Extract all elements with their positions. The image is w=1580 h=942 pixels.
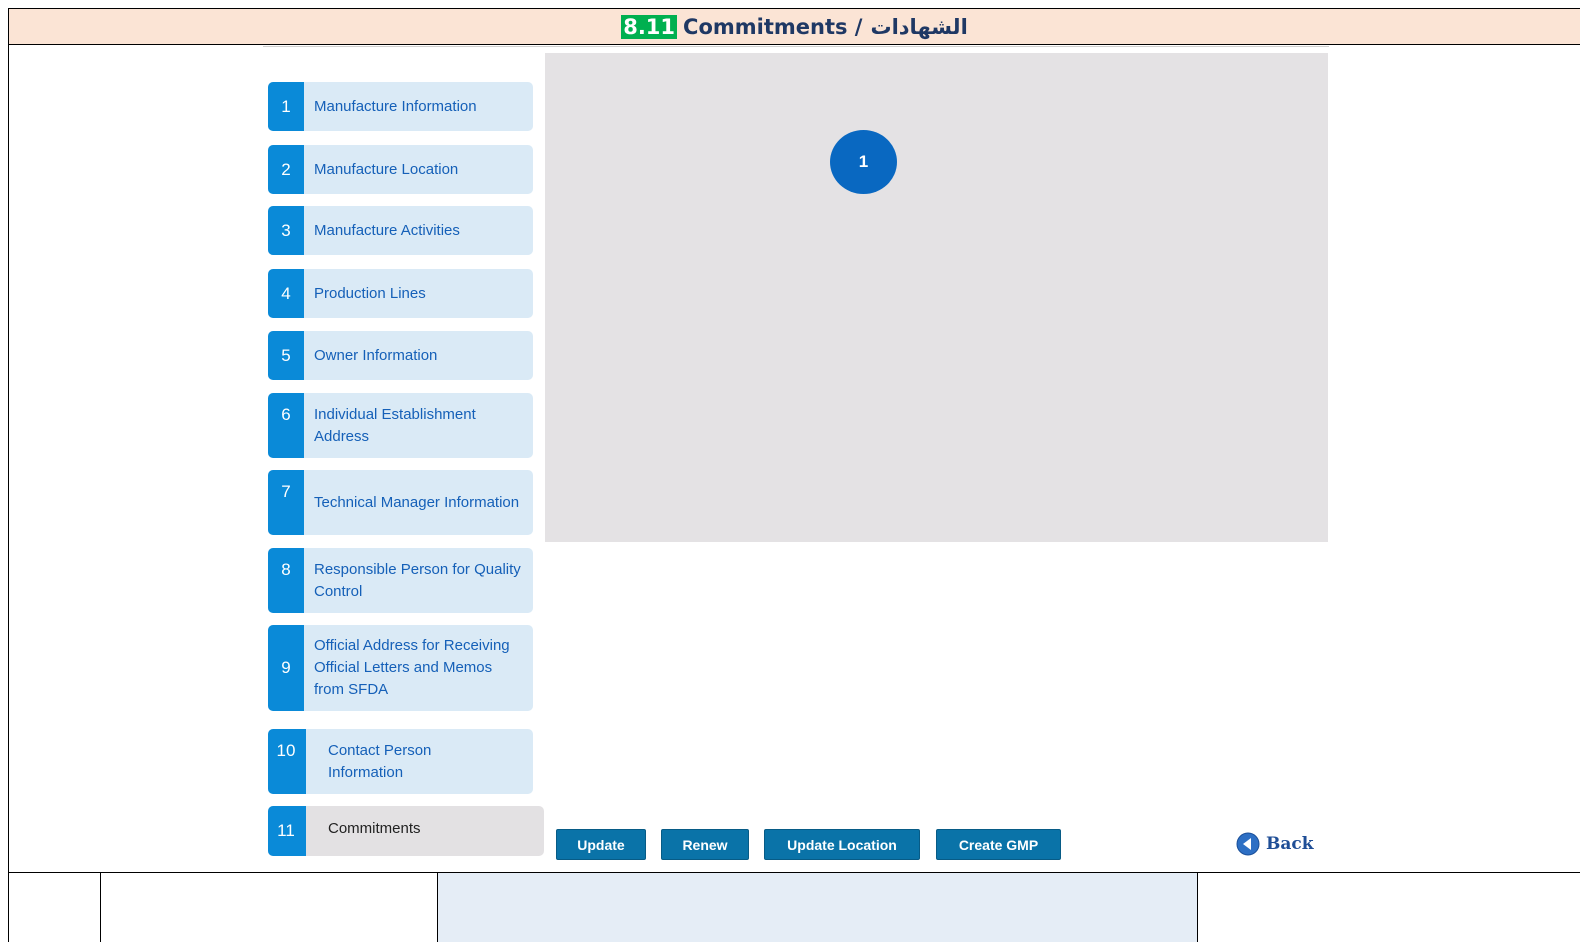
create-gmp-button[interactable]: Create GMP [936,829,1061,860]
step-technical-manager-information[interactable]: 7 Technical Manager Information [268,470,533,535]
step-individual-establishment-address[interactable]: 6 Individual Establishment Address [268,393,533,458]
table-cell [101,873,438,942]
step-manufacture-information[interactable]: 1 Manufacture Information [268,82,533,131]
back-label: Back [1266,834,1314,854]
step-label: Responsible Person for Quality Control [314,560,521,600]
step-label: Commitments [328,820,421,837]
back-arrow-icon [1236,832,1260,856]
renew-button[interactable]: Renew [661,829,749,860]
step-number: 11 [268,806,306,856]
section-number: 8.11 [621,14,678,39]
update-location-button[interactable]: Update Location [764,829,920,860]
step-number: 10 [268,729,306,794]
step-number: 9 [268,625,304,711]
step-number: 2 [268,145,304,194]
step-label: Manufacture Activities [314,221,460,239]
step-number: 7 [268,470,304,535]
section-title: Commitments / [683,14,863,39]
divider [263,46,1329,47]
step-owner-information[interactable]: 5 Owner Information [268,331,533,380]
step-number: 6 [268,393,304,458]
step-commitments[interactable]: 11 Commitments [268,806,544,856]
step-label: Official Address for Receiving Official … [314,637,510,698]
step-responsible-person-quality-control[interactable]: 8 Responsible Person for Quality Control [268,548,533,613]
step-number: 8 [268,548,304,613]
step-manufacture-activities[interactable]: 3 Manufacture Activities [268,206,533,255]
step-number: 1 [268,82,304,131]
table-cell [9,873,101,942]
step-label: Technical Manager Information [314,493,520,511]
step-manufacture-location[interactable]: 2 Manufacture Location [268,145,533,194]
table-cell [1198,873,1580,942]
step-label: Production Lines [314,284,426,302]
back-link[interactable]: Back [1236,832,1314,856]
table-cell [438,873,1198,942]
step-number: 5 [268,331,304,380]
step-label: Manufacture Location [314,160,459,178]
update-button[interactable]: Update [556,829,646,860]
step-contact-person-information[interactable]: 10 Contact Person Information [268,729,533,794]
step-label: Individual Establishment Address [314,405,476,445]
content-panel [545,53,1328,542]
step-production-lines[interactable]: 4 Production Lines [268,269,533,318]
step-label: Contact Person Information [328,741,432,781]
section-title-arabic: الشهادات [870,14,968,39]
step-label: Owner Information [314,346,438,364]
step-number: 3 [268,206,304,255]
step-label: Manufacture Information [314,97,477,115]
section-header: 8.11 Commitments / الشهادات [9,9,1580,45]
callout-marker: 1 [830,130,897,194]
step-official-address[interactable]: 9 Official Address for Receiving Officia… [268,625,533,711]
step-number: 4 [268,269,304,318]
